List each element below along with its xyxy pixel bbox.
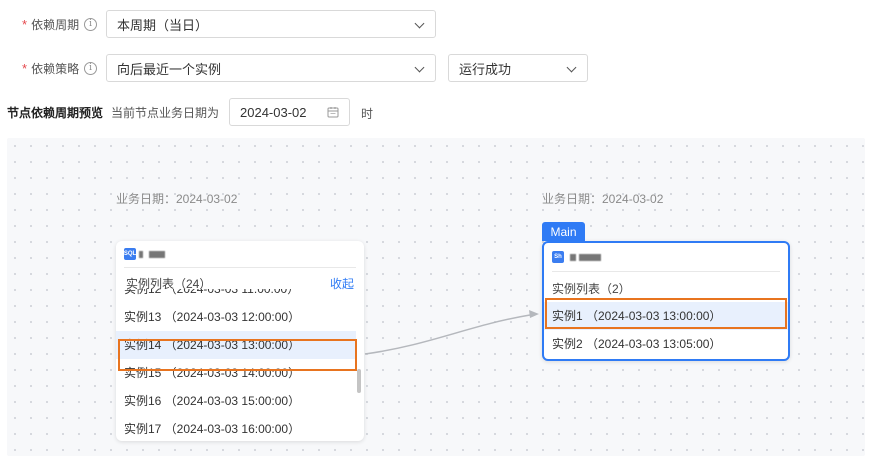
scrollbar-thumb[interactable] (357, 369, 361, 393)
node-name-redacted (579, 253, 601, 261)
instance-item[interactable]: 实例12 （2024-03-03 11:00:00） (116, 289, 356, 303)
instance-item[interactable]: 实例2 （2024-03-03 13:05:00） (544, 330, 788, 358)
instance-item[interactable]: 实例13 （2024-03-03 12:00:00） (116, 303, 356, 331)
main-tag: Main (542, 222, 585, 241)
instance-item[interactable]: 实例16 （2024-03-03 15:00:00） (116, 387, 356, 415)
selected-instance-highlight (545, 298, 787, 329)
node-name-redacted (149, 250, 165, 258)
node-header: Sh (544, 243, 788, 271)
sql-icon: SQL (124, 248, 136, 260)
shell-icon: Sh (552, 251, 564, 263)
instance-list-title: 实例列表（2） (552, 282, 631, 296)
node-name-redacted (570, 253, 576, 261)
instance-list-header: 实例列表（2） (544, 272, 788, 301)
node-header: SQL (116, 241, 364, 267)
instance-item[interactable]: 实例17 （2024-03-03 16:00:00） (116, 415, 356, 439)
selected-instance-highlight (118, 339, 357, 371)
node-name-redacted (139, 250, 143, 258)
